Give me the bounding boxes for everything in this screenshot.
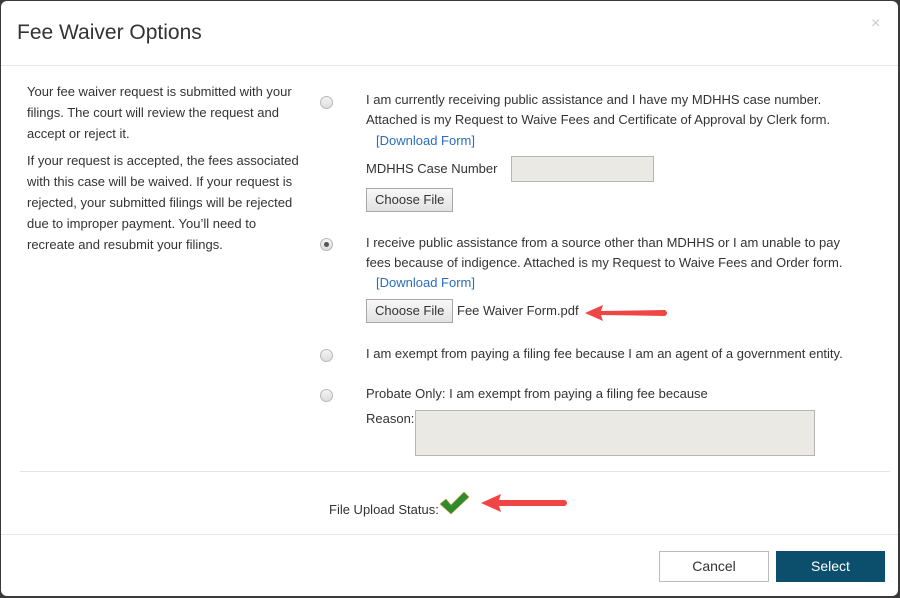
divider <box>20 471 890 472</box>
arrow-shape <box>585 305 667 321</box>
option-3-radio[interactable] <box>320 349 333 362</box>
footer-divider <box>1 534 898 535</box>
check-shape <box>439 491 470 515</box>
option-2-text-line-1: I receive public assistance from a sourc… <box>366 235 840 250</box>
close-icon[interactable]: × <box>871 15 880 33</box>
reason-textarea[interactable] <box>415 410 815 456</box>
annotation-arrow-status <box>481 494 567 512</box>
option-2-text-line-2: fees because of indigence. Attached is m… <box>366 255 843 270</box>
reason-label: Reason: <box>366 411 415 426</box>
option-4-text: Probate Only: I am exempt from paying a … <box>366 386 708 401</box>
option-2-download-link[interactable]: [Download Form] <box>376 275 475 290</box>
cancel-button[interactable]: Cancel <box>659 551 769 582</box>
option-2-radio[interactable] <box>320 238 333 251</box>
selected-file-name: Fee Waiver Form.pdf <box>457 303 579 318</box>
modal-header: Fee Waiver Options × <box>1 1 898 66</box>
upload-status-label: File Upload Status: <box>329 502 439 517</box>
option-1-radio[interactable] <box>320 96 333 109</box>
option-4-radio[interactable] <box>320 389 333 402</box>
info-paragraph: Your fee waiver request is submitted wit… <box>27 84 292 141</box>
info-paragraph: If your request is accepted, the fees as… <box>27 153 299 252</box>
select-button[interactable]: Select <box>776 551 885 582</box>
case-number-label: MDHHS Case Number <box>366 161 498 176</box>
modal-title: Fee Waiver Options <box>17 21 202 44</box>
option-1-text-line-2: Attached is my Request to Waive Fees and… <box>366 112 831 127</box>
arrow-shape <box>481 494 567 512</box>
case-number-input[interactable] <box>511 156 654 182</box>
check-icon <box>439 491 470 515</box>
option-1-text-line-1: I am currently receiving public assistan… <box>366 92 822 107</box>
option-2-choose-file-button[interactable]: Choose File <box>366 299 454 323</box>
option-1-download-link[interactable]: [Download Form] <box>376 133 475 148</box>
option-3-text: I am exempt from paying a filing fee bec… <box>366 346 843 361</box>
option-1-choose-file-button[interactable]: Choose File <box>366 188 454 212</box>
fee-waiver-modal: Fee Waiver Options × Your fee waiver req… <box>1 1 898 596</box>
info-text: Your fee waiver request is submitted wit… <box>27 81 302 261</box>
annotation-arrow-file <box>585 305 667 321</box>
